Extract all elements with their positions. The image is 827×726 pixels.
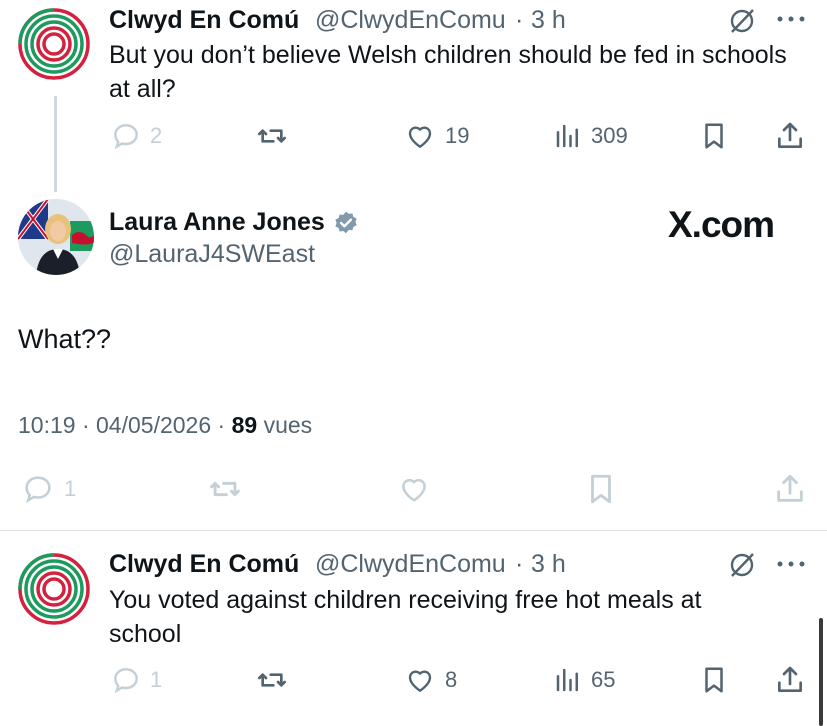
reply-icon xyxy=(114,668,138,694)
x-logo: X.com xyxy=(668,204,775,245)
heart-icon xyxy=(402,478,426,502)
reply-count: 1 xyxy=(64,476,77,501)
share-button[interactable] xyxy=(774,120,806,152)
repost-button[interactable] xyxy=(255,664,289,696)
share-button[interactable] xyxy=(772,472,808,506)
thread-line xyxy=(54,96,57,192)
views-icon xyxy=(556,668,578,692)
heart-icon xyxy=(408,670,432,692)
repost-button[interactable] xyxy=(255,120,289,152)
views-count: 309 xyxy=(591,123,628,148)
repost-button[interactable] xyxy=(205,472,245,506)
reply-count: 2 xyxy=(150,123,163,148)
avatar-laura[interactable] xyxy=(18,199,94,275)
grok-icon[interactable] xyxy=(727,6,757,41)
reply-icon xyxy=(114,124,138,150)
author-handle[interactable]: @ClwydEnComu xyxy=(315,6,506,35)
bookmark-icon xyxy=(705,667,723,693)
views-icon xyxy=(556,124,578,148)
meta-separator: · xyxy=(515,6,524,34)
tweet-text: But you don’t believe Welsh children sho… xyxy=(109,41,787,103)
reply-button[interactable]: 1 xyxy=(20,472,76,506)
meta-separator: · xyxy=(81,412,90,438)
more-icon[interactable] xyxy=(776,557,806,575)
reply-icon xyxy=(25,476,51,504)
share-icon xyxy=(778,666,802,692)
repost-icon xyxy=(258,673,286,687)
divider xyxy=(0,530,827,531)
share-button[interactable] xyxy=(774,664,806,696)
verified-badge-icon xyxy=(333,210,359,241)
grok-icon[interactable] xyxy=(727,550,757,585)
tweet-time[interactable]: 10:19 xyxy=(18,412,76,438)
reply-button[interactable]: 2 xyxy=(110,120,162,152)
heart-icon xyxy=(408,126,432,148)
share-icon xyxy=(778,122,802,148)
like-button[interactable]: 8 xyxy=(403,664,457,696)
author-name[interactable]: Laura Anne Jones xyxy=(109,208,325,237)
share-icon xyxy=(777,474,803,502)
views-button[interactable]: 309 xyxy=(553,120,628,152)
avatar-clwyd[interactable] xyxy=(18,553,90,625)
author-name[interactable]: Clwyd En Comú xyxy=(109,550,299,579)
repost-icon xyxy=(258,129,286,143)
more-icon[interactable] xyxy=(776,12,806,30)
like-button[interactable]: 19 xyxy=(403,120,469,152)
views-count: 65 xyxy=(591,667,616,692)
bookmark-button[interactable] xyxy=(584,472,618,506)
views-count: 89 xyxy=(231,412,258,438)
scrollbar[interactable] xyxy=(819,618,823,726)
views-button[interactable]: 65 xyxy=(553,664,615,696)
meta-separator: · xyxy=(515,550,524,578)
tweet-time[interactable]: 3 h xyxy=(531,6,566,35)
tweet-date[interactable]: 04/05/2026 xyxy=(96,412,211,438)
bookmark-icon xyxy=(591,474,611,504)
avatar-clwyd[interactable] xyxy=(18,8,90,80)
reply-button[interactable]: 1 xyxy=(110,664,162,696)
reply-count: 1 xyxy=(150,667,163,692)
bookmark-button[interactable] xyxy=(699,664,729,696)
like-count: 8 xyxy=(445,667,458,692)
like-count: 19 xyxy=(445,123,470,148)
meta-separator: · xyxy=(217,412,226,438)
bookmark-icon xyxy=(705,123,723,149)
tweet-text: You voted against children receiving fre… xyxy=(109,586,702,648)
bookmark-button[interactable] xyxy=(699,120,729,152)
tweet-text: What?? xyxy=(18,324,112,354)
views-label: vues xyxy=(263,412,313,438)
tweet-meta-line: 10:19 · 04/05/2026 · 89 vues xyxy=(18,412,312,439)
repost-icon xyxy=(210,481,240,497)
author-handle[interactable]: @LauraJ4SWEast xyxy=(109,240,315,269)
author-handle[interactable]: @ClwydEnComu xyxy=(315,550,506,579)
author-name[interactable]: Clwyd En Comú xyxy=(109,6,299,35)
tweet-time[interactable]: 3 h xyxy=(531,550,566,579)
like-button[interactable] xyxy=(394,472,434,506)
